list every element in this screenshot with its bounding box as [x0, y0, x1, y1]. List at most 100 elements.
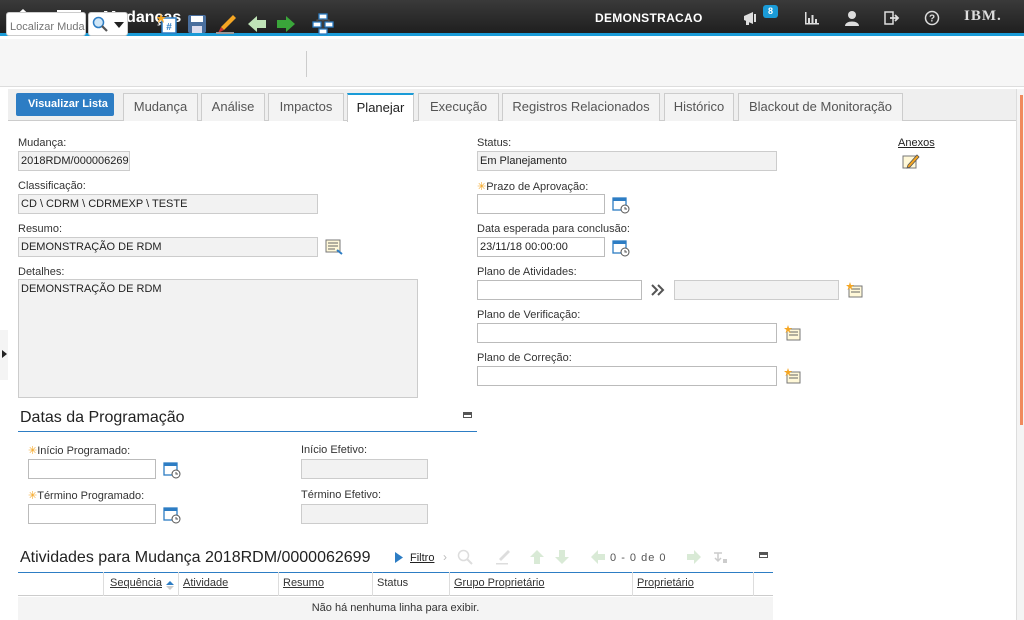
termino-programado-label: ✳Término Programado:	[28, 490, 145, 502]
tab-planejar[interactable]: Planejar	[347, 93, 414, 122]
data-esperada-input[interactable]: 23/11/18 00:00:00	[477, 237, 605, 257]
detail-menu-icon[interactable]	[651, 284, 665, 299]
required-marker: ✳	[477, 181, 487, 193]
plano-verificacao-label: Plano de Verificação:	[477, 309, 581, 321]
scrollbar-thumb[interactable]	[1020, 95, 1023, 425]
ibm-logo: IBM.	[964, 8, 1002, 24]
column-divider	[449, 572, 450, 596]
environment-label: DEMONSTRACAO	[595, 11, 703, 25]
data-esperada-label: Data esperada para conclusão:	[477, 223, 630, 235]
plano-atividades-input[interactable]	[477, 280, 642, 300]
prazo-aprovacao-label: ✳Prazo de Aprovação:	[477, 181, 589, 193]
table-header-border	[18, 572, 773, 573]
column-status[interactable]: Status	[377, 577, 408, 589]
tab-mudanca[interactable]: Mudança	[123, 93, 198, 121]
inicio-programado-input[interactable]	[28, 459, 156, 479]
search-button[interactable]	[88, 12, 128, 36]
collapse-section-icon[interactable]	[463, 412, 472, 418]
plano-atividades-description[interactable]	[674, 280, 839, 300]
svg-text:?: ?	[929, 14, 935, 25]
inicio-efetivo-field[interactable]	[301, 459, 428, 479]
previous-page-icon	[590, 549, 606, 568]
column-divider	[178, 572, 179, 596]
tab-historico[interactable]: Histórico	[664, 93, 734, 121]
plano-correcao-label: Plano de Correção:	[477, 352, 572, 364]
search-disabled-icon	[457, 549, 473, 568]
logout-icon[interactable]	[882, 0, 902, 36]
select-value-icon[interactable]	[784, 368, 802, 387]
workflow-icon[interactable]	[312, 13, 334, 35]
pager-text: 0 - 0 de 0	[610, 552, 667, 564]
tab-registros-relacionados[interactable]: Registros Relacionados	[502, 93, 660, 121]
empty-table-message: Não há nenhuma linha para exibir.	[311, 602, 480, 614]
help-icon[interactable]: ?	[922, 0, 942, 36]
arrow-up-icon	[529, 549, 545, 568]
user-profile-icon[interactable]	[842, 0, 862, 36]
calendar-icon[interactable]	[612, 239, 630, 260]
calendar-icon[interactable]	[612, 196, 630, 217]
long-description-icon[interactable]	[325, 239, 343, 258]
schedule-section-title: Datas da Programação	[20, 409, 185, 426]
detalhes-textarea[interactable]: DEMONSTRAÇÃO DE RDM	[18, 279, 418, 398]
column-divider	[632, 572, 633, 596]
attachments-link[interactable]: Anexos	[898, 137, 935, 149]
download-icon	[712, 549, 728, 568]
status-field[interactable]: Em Planejamento	[477, 151, 777, 171]
chevron-right-icon: ›	[443, 550, 447, 564]
top-bar: Mudanças DEMONSTRACAO 8 ? IBM.	[0, 0, 1024, 36]
column-divider	[372, 572, 373, 596]
select-value-icon[interactable]	[784, 325, 802, 344]
mudanca-field[interactable]: 2018RDM/0000062699	[18, 151, 130, 171]
calendar-icon[interactable]	[163, 461, 181, 482]
save-icon[interactable]	[186, 13, 208, 35]
filter-link[interactable]: Filtro	[410, 552, 434, 564]
column-atividade[interactable]: Atividade	[183, 577, 228, 589]
inicio-efetivo-label: Início Efetivo:	[301, 444, 368, 456]
column-grupo-proprietario[interactable]: Grupo Proprietário	[454, 577, 545, 589]
termino-programado-input[interactable]	[28, 504, 156, 524]
svg-text:#: #	[166, 22, 172, 33]
mudanca-label: Mudança:	[18, 137, 67, 149]
tab-execucao[interactable]: Execução	[418, 93, 499, 121]
resumo-field[interactable]: DEMONSTRAÇÃO DE RDM	[18, 237, 318, 257]
side-panel-toggle[interactable]	[0, 330, 8, 380]
search-input[interactable]	[6, 12, 86, 36]
column-divider	[278, 572, 279, 596]
activities-table-body: Não há nenhuma linha para exibir.	[18, 597, 773, 620]
termino-efetivo-label: Término Efetivo:	[301, 489, 382, 501]
column-resumo[interactable]: Resumo	[283, 577, 324, 589]
previous-record-icon[interactable]	[246, 13, 268, 35]
toolbar	[0, 39, 1024, 87]
megaphone-icon[interactable]	[741, 0, 763, 36]
next-record-icon[interactable]	[275, 13, 297, 35]
collapse-table-icon[interactable]	[759, 552, 768, 558]
classificacao-field[interactable]: CD \ CDRM \ CDRMEXP \ TESTE	[18, 194, 318, 214]
column-sequencia[interactable]: Sequência	[110, 577, 162, 589]
plano-verificacao-input[interactable]	[477, 323, 777, 343]
attachments-icon[interactable]	[902, 153, 920, 172]
termino-efetivo-field[interactable]	[301, 504, 428, 524]
new-record-icon[interactable]: #	[156, 13, 179, 35]
clear-changes-icon[interactable]	[215, 13, 237, 35]
column-proprietario[interactable]: Proprietário	[637, 577, 694, 589]
toolbar-divider	[306, 51, 307, 77]
tab-blackout-monitoracao[interactable]: Blackout de Monitoração	[738, 93, 903, 121]
view-list-button[interactable]: Visualizar Lista	[16, 93, 114, 116]
column-divider	[103, 572, 104, 596]
required-marker: ✳	[28, 445, 38, 457]
tab-impactos[interactable]: Impactos	[268, 93, 344, 121]
notification-badge[interactable]: 8	[763, 5, 778, 18]
sort-arrows-icon[interactable]	[166, 581, 174, 593]
inicio-programado-label: ✳Início Programado:	[28, 445, 131, 457]
activities-section-title: Atividades para Mudança 2018RDM/00000626…	[20, 549, 371, 566]
classificacao-label: Classificação:	[18, 180, 86, 192]
prazo-aprovacao-input[interactable]	[477, 194, 605, 214]
resumo-label: Resumo:	[18, 223, 63, 235]
calendar-icon[interactable]	[163, 506, 181, 527]
filter-arrow-icon[interactable]	[395, 552, 403, 566]
reports-icon[interactable]	[802, 0, 822, 36]
tab-analise[interactable]: Análise	[201, 93, 265, 121]
plano-correcao-input[interactable]	[477, 366, 777, 386]
select-value-icon[interactable]	[846, 282, 864, 301]
status-label: Status:	[477, 137, 512, 149]
